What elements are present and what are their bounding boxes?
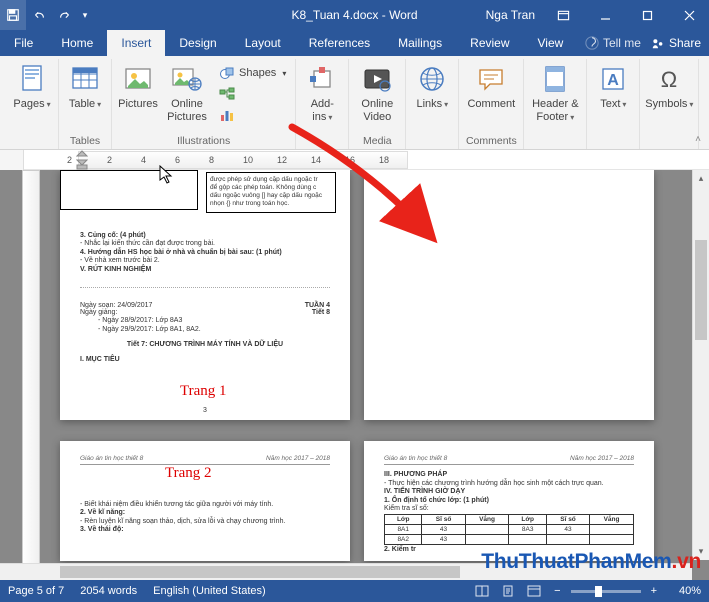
status-page[interactable]: Page 5 of 7 bbox=[8, 585, 64, 597]
ribbon-display-icon[interactable] bbox=[543, 0, 583, 30]
minimize-icon[interactable] bbox=[585, 0, 625, 30]
ribbon-insert: Pages Table Tables Pictures Online Pictu… bbox=[0, 56, 709, 150]
indent-marker-icon[interactable] bbox=[76, 150, 88, 170]
tab-home[interactable]: Home bbox=[47, 30, 107, 56]
scroll-thumb-h[interactable] bbox=[60, 566, 460, 578]
web-layout-icon[interactable] bbox=[524, 583, 544, 599]
status-bar: Page 5 of 7 2054 words English (United S… bbox=[0, 580, 709, 602]
scroll-thumb-v[interactable] bbox=[695, 240, 707, 340]
tab-design[interactable]: Design bbox=[165, 30, 230, 56]
text-button[interactable]: A Text bbox=[591, 59, 635, 114]
tell-me[interactable]: Tell me bbox=[585, 36, 641, 50]
read-mode-icon[interactable] bbox=[472, 583, 492, 599]
shapes-button[interactable]: Shapes▾ bbox=[214, 63, 291, 83]
tab-file[interactable]: File bbox=[0, 30, 47, 56]
tab-review[interactable]: Review bbox=[456, 30, 523, 56]
group-illustrations: Illustrations bbox=[177, 133, 230, 149]
tab-layout[interactable]: Layout bbox=[231, 30, 295, 56]
save-icon[interactable] bbox=[0, 0, 26, 30]
annotation-trang2: Trang 2 bbox=[165, 465, 212, 482]
pictures-button[interactable]: Pictures bbox=[116, 59, 160, 114]
svg-text:Ω: Ω bbox=[661, 67, 677, 92]
tab-view[interactable]: View bbox=[524, 30, 578, 56]
links-button[interactable]: Links bbox=[410, 59, 454, 114]
collapse-ribbon-icon[interactable]: ˄ bbox=[691, 132, 705, 147]
smartart-button[interactable] bbox=[214, 84, 291, 104]
watermark: ThuThuatPhanMem.vn bbox=[481, 550, 701, 574]
vertical-scrollbar[interactable]: ▴ ▾ bbox=[692, 170, 709, 560]
annotation-trang1: Trang 1 bbox=[180, 383, 227, 400]
tab-references[interactable]: References bbox=[295, 30, 384, 56]
zoom-slider[interactable] bbox=[571, 590, 641, 593]
attendance-table: LớpSĩ sốVắngLớpSĩ sốVắng 8A1438A343 8A24… bbox=[384, 514, 634, 545]
zoom-level[interactable]: 40% bbox=[667, 585, 701, 597]
maximize-icon[interactable] bbox=[627, 0, 667, 30]
group-media: Media bbox=[363, 133, 392, 149]
document-title: K8_Tuan 4.docx - Word bbox=[291, 8, 417, 22]
header-footer-button[interactable]: Header & Footer bbox=[528, 59, 582, 126]
zoom-in-icon[interactable]: + bbox=[647, 585, 661, 597]
zoom-out-icon[interactable]: − bbox=[550, 585, 564, 597]
page-1[interactable]: được phép sử dụng cặp dấu ngoặc trđể gộp… bbox=[60, 170, 350, 420]
redo-icon[interactable] bbox=[52, 0, 78, 30]
title-bar: ▾ K8_Tuan 4.docx - Word Nga Tran bbox=[0, 0, 709, 30]
group-comments: Comments bbox=[466, 133, 517, 149]
undo-icon[interactable] bbox=[26, 0, 52, 30]
ribbon-tabs: File Home Insert Design Layout Reference… bbox=[0, 30, 709, 56]
document-area[interactable]: được phép sử dụng cặp dấu ngoặc trđể gộp… bbox=[0, 170, 709, 582]
horizontal-ruler[interactable]: 2 2 4 6 8 10 12 14 16 18 bbox=[0, 150, 709, 170]
page-blank[interactable] bbox=[364, 170, 654, 420]
group-tables: Tables bbox=[70, 133, 100, 149]
symbols-button[interactable]: Ω Symbols bbox=[644, 59, 694, 114]
empty-frame[interactable] bbox=[60, 170, 198, 210]
comment-button[interactable]: Comment bbox=[463, 59, 519, 114]
page-2[interactable]: Giáo án tin học thiết 8Năm học 2017 – 20… bbox=[60, 441, 350, 561]
ruler-corner bbox=[0, 150, 24, 170]
page-3[interactable]: Giáo án tin học thiết 8Năm học 2017 – 20… bbox=[364, 441, 654, 561]
scroll-up-icon[interactable]: ▴ bbox=[693, 170, 709, 187]
online-video-button[interactable]: Online Video bbox=[353, 59, 401, 126]
close-icon[interactable] bbox=[669, 0, 709, 30]
tab-insert[interactable]: Insert bbox=[107, 30, 165, 56]
table-button[interactable]: Table bbox=[63, 59, 107, 114]
qat-dropdown-icon[interactable]: ▾ bbox=[78, 0, 92, 30]
quick-access-toolbar: ▾ bbox=[0, 0, 92, 30]
svg-text:A: A bbox=[608, 72, 620, 89]
vertical-ruler[interactable] bbox=[22, 170, 40, 582]
pages-button[interactable]: Pages bbox=[10, 59, 54, 114]
text-box[interactable]: được phép sử dụng cặp dấu ngoặc trđể gộp… bbox=[206, 172, 336, 213]
tab-mailings[interactable]: Mailings bbox=[384, 30, 456, 56]
status-words[interactable]: 2054 words bbox=[80, 585, 137, 597]
status-lang[interactable]: English (United States) bbox=[153, 585, 266, 597]
print-layout-icon[interactable] bbox=[498, 583, 518, 599]
chart-button[interactable] bbox=[214, 105, 291, 125]
user-name[interactable]: Nga Tran bbox=[480, 8, 541, 22]
online-pictures-button[interactable]: Online Pictures bbox=[162, 59, 212, 126]
addins-button[interactable]: Add-ins bbox=[300, 59, 344, 126]
share-button[interactable]: Share bbox=[651, 36, 701, 50]
